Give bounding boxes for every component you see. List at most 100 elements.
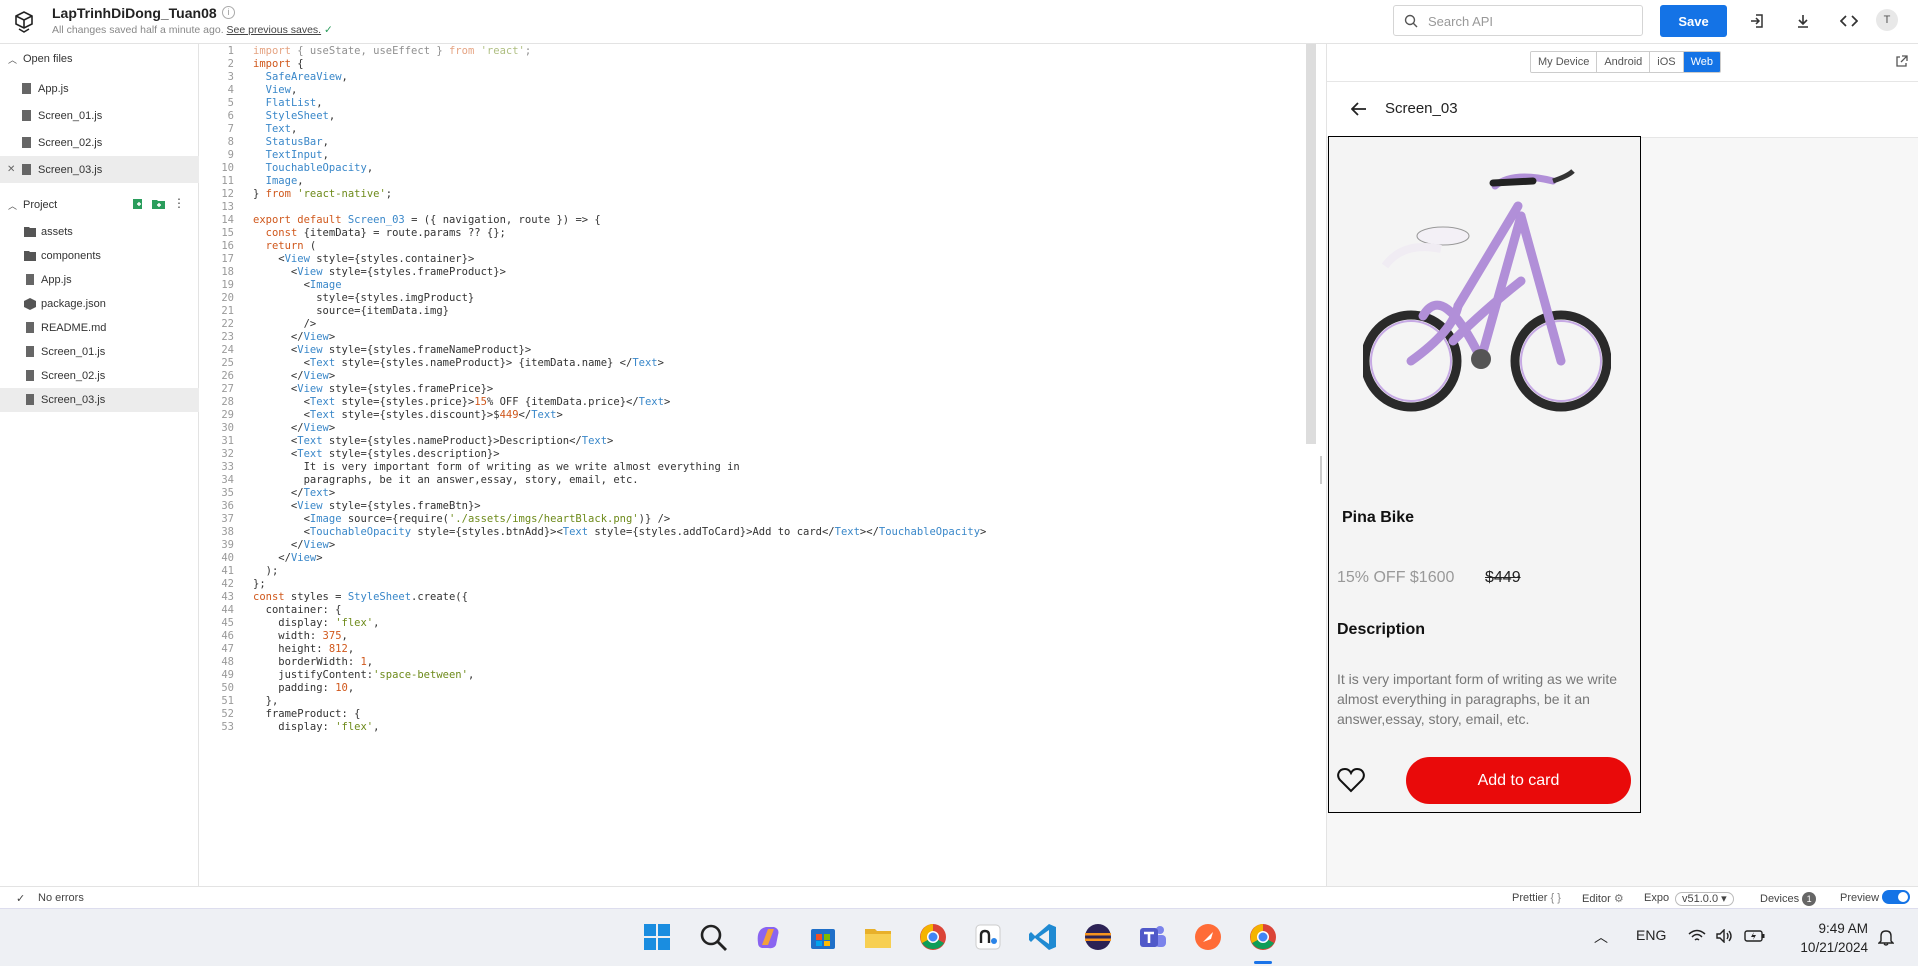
code-line[interactable]: display: 'flex', [253,617,379,629]
teams-icon[interactable] [1137,921,1169,953]
code-line[interactable]: height: 812, [253,643,354,655]
code-line[interactable]: Image, [253,175,304,187]
code-line[interactable]: /> [253,318,317,330]
code-line[interactable]: StyleSheet, [253,110,336,122]
more-options-icon[interactable]: ⋮ [173,197,185,210]
tree-item-readme[interactable]: README.md [0,316,199,340]
code-line[interactable]: View, [253,84,298,96]
code-editor[interactable]: 1 2 3 4 5 6 7 8 9 10 11 12 13 14 15 16 17 18 19 20 21 22 23 24 2… [200,44,1307,886]
microsoft-store-icon[interactable] [807,921,839,953]
app-icon[interactable] [972,921,1004,953]
open-file-screen01[interactable]: Screen_01.js [0,102,199,129]
code-line[interactable]: paragraphs, be it an answer,essay, story… [253,474,639,486]
add-to-card-button[interactable]: Add to card [1406,757,1631,804]
code-line[interactable]: <View style={styles.container}> [253,253,474,265]
save-button[interactable]: Save [1660,5,1727,37]
code-line[interactable]: StatusBar, [253,136,329,148]
open-external-icon[interactable] [1895,55,1908,68]
battery-icon[interactable] [1744,929,1766,943]
new-file-icon[interactable] [132,198,144,210]
chrome-icon[interactable] [917,921,949,953]
language-indicator[interactable]: ENG [1636,927,1666,943]
code-line[interactable]: </View> [253,331,335,343]
clock[interactable]: 9:49 AM 10/21/2024 [1784,919,1868,957]
eclipse-icon[interactable] [1082,921,1114,953]
code-line[interactable]: <View style={styles.frameProduct}> [253,266,506,278]
code-line[interactable]: </Text> [253,487,335,499]
code-line[interactable]: It is very important form of writing as … [253,461,740,473]
code-line[interactable]: const styles = StyleSheet.create({ [253,591,468,603]
expo-version-select[interactable]: v51.0.0 ▾ [1675,892,1734,906]
tree-item-screen01[interactable]: Screen_01.js [0,340,199,364]
tab-ios[interactable]: iOS [1650,52,1684,72]
code-line[interactable]: TextInput, [253,149,329,161]
code-line[interactable]: import { [253,58,304,70]
close-icon[interactable]: ✕ [7,164,15,175]
vscode-icon[interactable] [1027,921,1059,953]
code-line[interactable]: TouchableOpacity, [253,162,373,174]
code-line[interactable]: <Image [253,279,342,291]
tab-web[interactable]: Web [1683,52,1721,72]
snack-logo-icon[interactable] [12,10,36,34]
code-line[interactable]: ); [253,565,279,577]
code-line[interactable]: </View> [253,370,335,382]
code-line[interactable]: export default Screen_03 = ({ navigation… [253,214,601,226]
code-line[interactable]: justifyContent:'space-between', [253,669,474,681]
editor-scrollbar[interactable] [1306,44,1316,444]
code-line[interactable]: <View style={styles.frameNameProduct}> [253,344,531,356]
code-line[interactable]: </View> [253,422,335,434]
tree-item-screen03[interactable]: Screen_03.js [0,388,199,412]
code-line[interactable]: <TouchableOpacity style={styles.btnAdd}>… [253,526,987,538]
code-line[interactable]: <View style={styles.framePrice}> [253,383,493,395]
code-line[interactable]: const {itemData} = route.params ?? {}; [253,227,506,239]
tree-item-package[interactable]: package.json [0,292,199,316]
code-line[interactable]: borderWidth: 1, [253,656,373,668]
open-files-header[interactable]: ︿ Open files [0,48,199,70]
pane-resize-handle[interactable] [1320,456,1322,484]
code-line[interactable]: SafeAreaView, [253,71,348,83]
tree-item-screen02[interactable]: Screen_02.js [0,364,199,388]
open-file-screen02[interactable]: Screen_02.js [0,129,199,156]
tree-item-app[interactable]: App.js [0,268,199,292]
chevron-up-icon[interactable]: ︿ [1594,927,1608,947]
code-line[interactable]: }; [253,578,266,590]
code-line[interactable]: }, [253,695,279,707]
code-line[interactable]: <Text style={styles.description}> [253,448,500,460]
avatar[interactable]: T [1876,9,1898,31]
code-line[interactable]: <Text style={styles.nameProduct}>Descrip… [253,435,613,447]
devices-button[interactable]: Devices 1 [1760,892,1817,906]
tab-my-device[interactable]: My Device [1531,52,1598,72]
code-line[interactable]: <Text style={styles.discount}>$449</Text… [253,409,563,421]
code-line[interactable]: style={styles.imgProduct} [253,292,474,304]
open-file-screen03[interactable]: ✕ Screen_03.js [0,156,199,183]
tab-android[interactable]: Android [1597,52,1651,72]
preview-toggle[interactable] [1882,890,1910,904]
project-header[interactable]: ︿ Project ⋮ [0,194,199,216]
code-line[interactable]: container: { [253,604,342,616]
code-line[interactable]: Text, [253,123,298,135]
chrome-active-icon[interactable] [1247,921,1279,953]
new-folder-icon[interactable] [152,198,165,210]
code-line[interactable]: frameProduct: { [253,708,361,720]
notification-bell-icon[interactable] [1878,928,1894,946]
code-line[interactable]: display: 'flex', [253,721,379,733]
info-icon[interactable]: i [222,6,235,19]
prettier-toggle[interactable]: Prettier { } [1512,892,1561,904]
previous-saves-link[interactable]: See previous saves. [227,24,322,36]
file-explorer-icon[interactable] [862,921,894,953]
copilot-icon[interactable] [752,921,784,953]
code-line[interactable]: FlatList, [253,97,323,109]
code-line[interactable]: <Image source={require('./assets/imgs/he… [253,513,671,525]
open-file-app[interactable]: App.js [0,75,199,102]
code-line[interactable]: return ( [253,240,317,252]
search-box[interactable] [1393,5,1643,36]
code-line[interactable]: padding: 10, [253,682,354,694]
heart-icon[interactable] [1337,767,1365,793]
code-line[interactable]: width: 375, [253,630,348,642]
search-icon[interactable] [697,921,729,953]
error-status[interactable]: No errors [38,892,84,904]
code-line[interactable]: <View style={styles.frameBtn}> [253,500,481,512]
login-icon[interactable] [1746,10,1768,32]
embed-code-icon[interactable] [1838,10,1860,32]
windows-start-icon[interactable] [641,921,673,953]
